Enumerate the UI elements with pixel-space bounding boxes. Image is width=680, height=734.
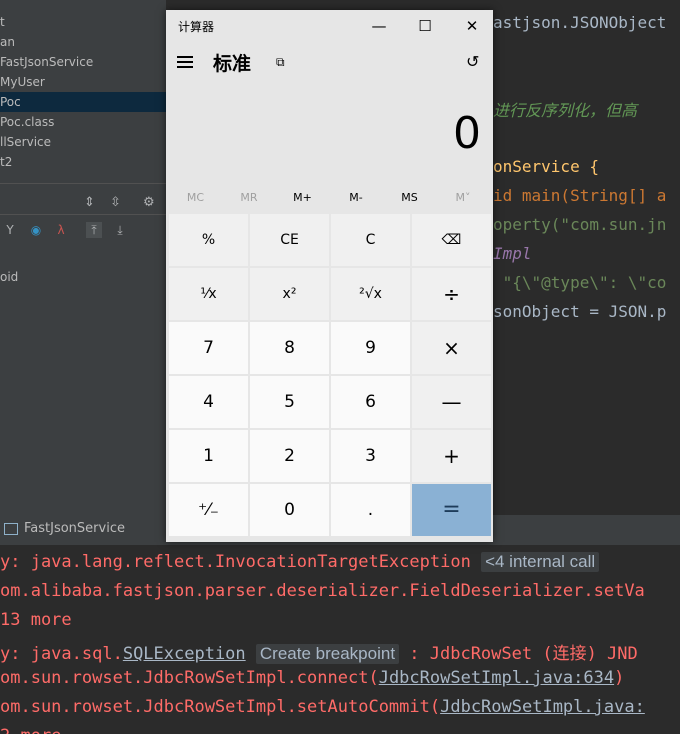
calculator-header: 标准 ⧉ ↺ <box>166 42 493 82</box>
debug-variable-label: oid <box>0 270 19 284</box>
maximize-button[interactable]: ☐ <box>402 10 448 42</box>
history-icon[interactable]: ↺ <box>466 52 479 71</box>
tree-item[interactable]: llService <box>0 132 51 152</box>
result-display: 0 <box>453 108 481 159</box>
run-tab-label: FastJsonService <box>24 521 125 536</box>
code-line: id main(String[] a <box>493 186 667 205</box>
digit-9-button[interactable]: 9 <box>331 322 410 374</box>
console-line: y: java.lang.reflect.InvocationTargetExc… <box>0 552 600 572</box>
code-line: operty("com.sun.jn <box>493 215 667 234</box>
digit-7-button[interactable]: 7 <box>169 322 248 374</box>
close-button[interactable]: ✕ <box>449 10 495 42</box>
title-bar[interactable]: 计算器 — ☐ ✕ <box>166 10 493 42</box>
clear-entry-button[interactable]: CE <box>250 214 329 266</box>
tree-item-label: an <box>0 35 15 49</box>
internal-calls-chip[interactable]: <4 internal call <box>481 552 600 572</box>
digit-1-button[interactable]: 1 <box>169 430 248 482</box>
divider <box>0 183 166 184</box>
source-link[interactable]: JdbcRowSetImpl.java:634 <box>379 668 614 688</box>
code-line: sonObject = JSON.p <box>493 302 667 321</box>
code-line: "{\"@type\": \"co <box>493 273 667 292</box>
tree-item[interactable]: an <box>0 32 15 52</box>
digit-8-button[interactable]: 8 <box>250 322 329 374</box>
debug-variable[interactable]: oid <box>0 267 18 287</box>
console-output[interactable]: y: java.lang.reflect.InvocationTargetExc… <box>0 545 680 734</box>
memory-ms-button[interactable]: MS <box>383 187 436 209</box>
tree-item-label: Poc <box>0 95 21 109</box>
digit-4-button[interactable]: 4 <box>169 376 248 428</box>
negate-button[interactable]: ⁺⁄₋ <box>169 484 248 536</box>
code-editor[interactable]: astjson.JSONObject 进行反序列化，但高 onService {… <box>493 0 680 515</box>
console-line: om.alibaba.fastjson.parser.deserializer.… <box>0 581 645 601</box>
filter-icon[interactable]: Y <box>2 222 18 238</box>
square-root-button[interactable]: ²√x <box>331 268 410 320</box>
console-line: y: java.sql.SQLException Create breakpoi… <box>0 644 638 664</box>
memory-mc-button: MC <box>186 191 205 204</box>
window-icon <box>4 522 18 535</box>
clear-button[interactable]: C <box>331 214 410 266</box>
expand-all-icon[interactable]: ⇳ <box>110 195 121 210</box>
memory-m-button[interactable]: M+ <box>276 187 329 209</box>
lambda-icon[interactable]: λ <box>53 222 69 238</box>
tree-item-label: MyUser <box>0 75 45 89</box>
tree-item-label: t <box>0 15 5 29</box>
exception-link[interactable]: SQLException <box>123 644 246 664</box>
create-breakpoint-chip[interactable]: Create breakpoint <box>255 644 400 664</box>
window-title: 计算器 <box>178 20 215 34</box>
divider <box>0 214 166 215</box>
square-button[interactable]: x² <box>250 268 329 320</box>
calculator-window: 计算器 — ☐ ✕ 标准 ⧉ ↺ 0 MC MR M+ M- MS M˅ % CE C ⌫ ¹⁄x… <box>166 10 493 542</box>
gear-icon[interactable]: ⚙ <box>143 195 155 210</box>
tree-item-label: Poc.class <box>0 115 55 129</box>
equals-button[interactable]: = <box>412 484 491 536</box>
minimize-button[interactable]: — <box>356 10 402 42</box>
step-out-icon[interactable]: ⤒ <box>86 222 102 238</box>
tree-item-myuser[interactable]: MyUser <box>0 72 45 92</box>
memory-m-button: M˅ <box>455 191 471 204</box>
watch-icon[interactable]: ◉ <box>28 222 44 238</box>
digit-6-button[interactable]: 6 <box>331 376 410 428</box>
backspace-button[interactable]: ⌫ <box>412 214 491 266</box>
divide-button[interactable]: ÷ <box>412 268 491 320</box>
digit-5-button[interactable]: 5 <box>250 376 329 428</box>
code-line: astjson.JSONObject <box>493 13 667 32</box>
run-tab[interactable]: FastJsonService <box>4 521 125 536</box>
digit-0-button[interactable]: 0 <box>250 484 329 536</box>
digit-2-button[interactable]: 2 <box>250 430 329 482</box>
code-comment: 进行反序列化，但高 <box>493 101 638 120</box>
memory-row: MC MR M+ M- MS M˅ <box>169 187 490 209</box>
tree-item-fastjsonservice[interactable]: FastJsonService <box>0 52 93 72</box>
digit-3-button[interactable]: 3 <box>331 430 410 482</box>
tree-item[interactable]: t <box>0 12 5 32</box>
tree-item-label: t2 <box>0 155 13 169</box>
tree-item[interactable]: t2 <box>0 152 12 172</box>
percent-button[interactable]: % <box>169 214 248 266</box>
tree-item-label: llService <box>0 135 52 149</box>
mode-title: 标准 <box>213 53 252 75</box>
tree-item-label: FastJsonService <box>0 55 94 69</box>
console-line: om.sun.rowset.JdbcRowSetImpl.connect(Jdb… <box>0 668 625 688</box>
console-line: 13 more <box>0 610 72 630</box>
tree-item-poc[interactable]: Poc <box>0 92 166 112</box>
console-line: 2 more <box>0 726 61 734</box>
console-line: om.sun.rowset.JdbcRowSetImpl.setAutoComm… <box>0 697 645 717</box>
code-line: Impl <box>493 244 532 263</box>
multiply-button[interactable]: × <box>412 322 491 374</box>
tree-item-poc-class[interactable]: Poc.class <box>0 112 54 132</box>
project-panel: t an FastJsonService MyUser Poc Poc.clas… <box>0 0 166 515</box>
subtract-button[interactable]: — <box>412 376 491 428</box>
menu-icon[interactable] <box>177 56 193 68</box>
source-link[interactable]: JdbcRowSetImpl.java: <box>440 697 645 717</box>
reciprocal-button[interactable]: ¹⁄x <box>169 268 248 320</box>
keep-on-top-icon[interactable]: ⧉ <box>276 55 290 69</box>
collapse-all-icon[interactable]: ⇕ <box>84 195 95 210</box>
step-into-icon[interactable]: ⤓ <box>112 222 128 238</box>
add-button[interactable]: + <box>412 430 491 482</box>
memory-m-button[interactable]: M- <box>330 187 383 209</box>
decimal-button[interactable]: . <box>331 484 410 536</box>
code-line: onService { <box>493 157 599 176</box>
memory-mr-button: MR <box>240 191 258 204</box>
